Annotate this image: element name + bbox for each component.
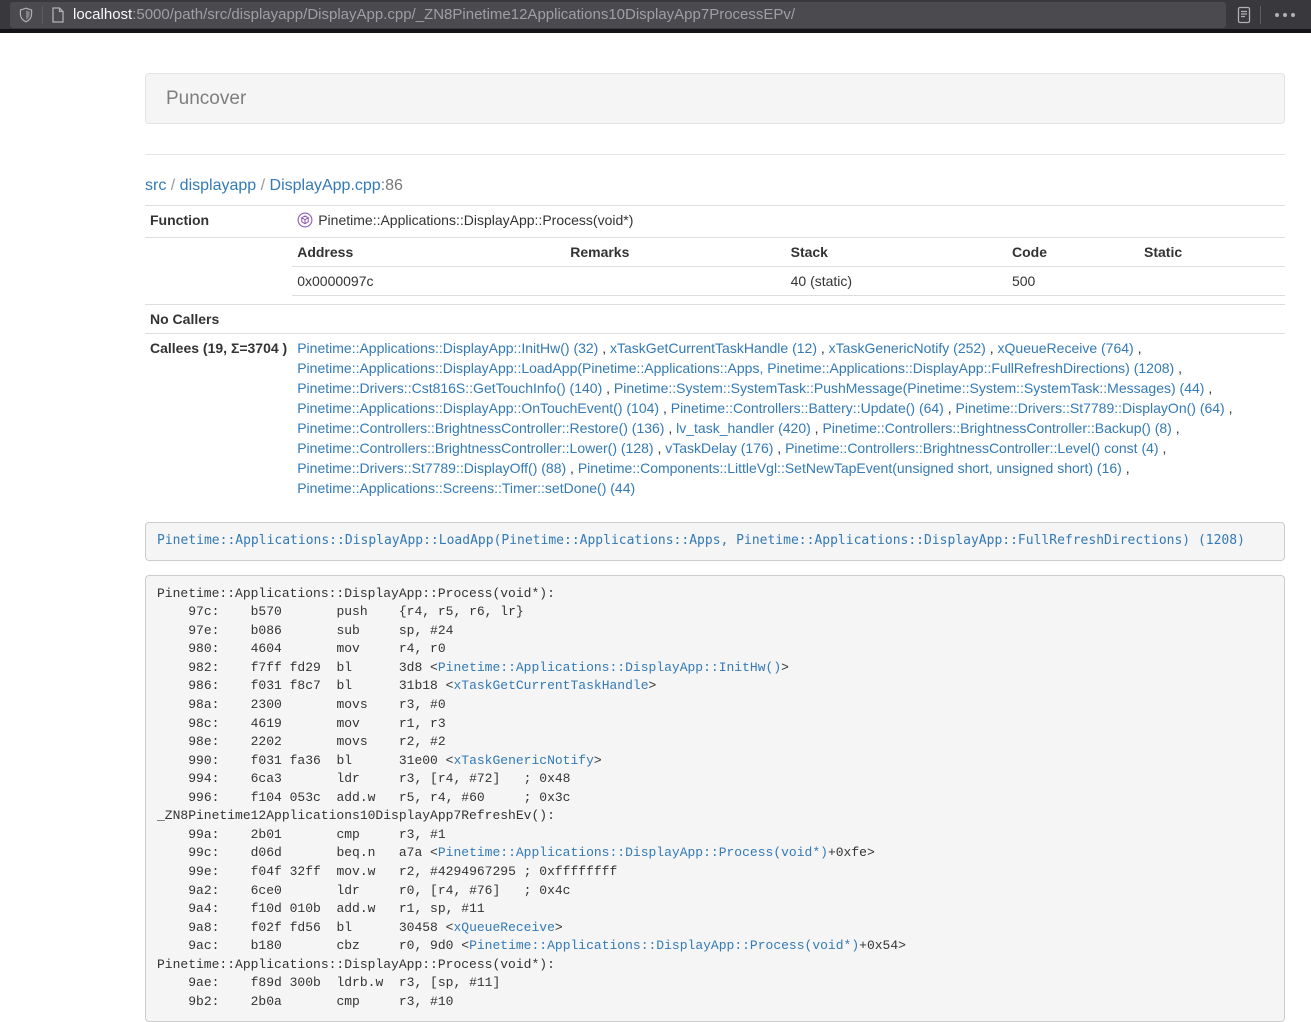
breadcrumb-link-displayapp[interactable]: displayapp (180, 177, 257, 194)
assembly-symbol-link[interactable]: Pinetime::Applications::DisplayApp::Init… (438, 660, 781, 675)
function-name-cell: Pinetime::Applications::DisplayApp::Proc… (292, 206, 1285, 238)
callee-snippet-link[interactable]: Pinetime::Applications::DisplayApp::Load… (157, 533, 1245, 548)
details-value-row: 0x0000097c 40 (static) 500 (292, 267, 1285, 296)
function-details-cell: Address Remarks Stack Code Static 0x0000… (292, 238, 1285, 305)
breadcrumb-link-DisplayApp.cpp[interactable]: DisplayApp.cpp (270, 177, 381, 194)
assembly-code: Pinetime::Applications::DisplayApp::Proc… (157, 586, 906, 1009)
url-host: localhost (73, 6, 132, 23)
function-details-row: Address Remarks Stack Code Static 0x0000… (145, 238, 1285, 305)
callee-separator: , (664, 420, 676, 436)
url-path: :5000/path/src/displayapp/DisplayApp.cpp… (132, 6, 795, 23)
assembly-symbol-link[interactable]: xTaskGetCurrentTaskHandle (453, 678, 648, 693)
callee-link[interactable]: xTaskGetCurrentTaskHandle (12) (610, 340, 817, 356)
callee-separator: , (944, 400, 956, 416)
header-divider (145, 154, 1285, 155)
callee-separator: , (1159, 440, 1167, 456)
overflow-menu-icon[interactable] (1269, 13, 1301, 17)
code-value: 500 (1007, 267, 1139, 296)
callee-link[interactable]: Pinetime::Controllers::BrightnessControl… (297, 440, 653, 456)
callee-link[interactable]: Pinetime::Applications::DisplayApp::Load… (297, 360, 1174, 376)
callee-link[interactable]: Pinetime::Components::LittleVgl::SetNewT… (578, 460, 1122, 476)
col-address: Address (292, 238, 565, 267)
callees-label: Callees (19, Σ=3704 ) (145, 334, 292, 503)
col-stack: Stack (786, 238, 1007, 267)
callee-separator: , (1225, 400, 1233, 416)
details-header-row: Address Remarks Stack Code Static (292, 238, 1285, 267)
callee-separator: , (598, 340, 610, 356)
callee-separator: , (566, 460, 578, 476)
address-value: 0x0000097c (292, 267, 565, 296)
function-name: Pinetime::Applications::DisplayApp::Proc… (318, 212, 633, 228)
callee-separator: , (811, 420, 823, 436)
stack-value: 40 (static) (786, 267, 1007, 296)
callee-link[interactable]: Pinetime::System::SystemTask::PushMessag… (614, 380, 1205, 396)
callee-link[interactable]: vTaskDelay (176) (665, 440, 773, 456)
callees-row: Callees (19, Σ=3704 ) Pinetime::Applicat… (145, 334, 1285, 503)
callee-link[interactable]: Pinetime::Controllers::BrightnessControl… (785, 440, 1158, 456)
assembly-symbol-link[interactable]: xQueueReceive (453, 920, 554, 935)
remarks-value (565, 267, 785, 296)
browser-chrome: localhost:5000/path/src/displayapp/Displ… (0, 0, 1311, 33)
callee-link[interactable]: Pinetime::Drivers::St7789::DisplayOff() … (297, 460, 566, 476)
callee-separator: , (602, 380, 614, 396)
breadcrumb: src / displayapp / DisplayApp.cpp:86 (145, 177, 1285, 195)
callees-list: Pinetime::Applications::DisplayApp::Init… (292, 334, 1285, 503)
assembly-listing: Pinetime::Applications::DisplayApp::Proc… (145, 575, 1285, 1022)
static-value (1139, 267, 1285, 296)
page-title: Puncover (166, 88, 1264, 109)
breadcrumb-separator: / (166, 177, 179, 194)
empty-row-head (145, 238, 292, 305)
function-row-label: Function (145, 206, 292, 238)
callee-separator: , (773, 440, 785, 456)
url-text: localhost:5000/path/src/displayapp/Displ… (73, 6, 795, 23)
function-details-table: Address Remarks Stack Code Static 0x0000… (292, 238, 1285, 296)
callee-link[interactable]: Pinetime::Applications::Screens::Timer::… (297, 480, 635, 496)
toolbar-divider (1260, 6, 1261, 24)
no-callers-label: No Callers (145, 305, 292, 334)
callee-separator: , (1134, 340, 1142, 356)
col-code: Code (1007, 238, 1139, 267)
selected-callee-snippet: Pinetime::Applications::DisplayApp::Load… (145, 522, 1285, 561)
no-callers-cell (292, 305, 1285, 334)
function-symbol-icon (297, 212, 313, 233)
callee-link[interactable]: Pinetime::Drivers::St7789::DisplayOn() (… (956, 400, 1225, 416)
page-icon[interactable] (51, 7, 65, 23)
urlbar-divider (42, 6, 43, 24)
callee-separator: , (817, 340, 829, 356)
callee-link[interactable]: Pinetime::Drivers::Cst816S::GetTouchInfo… (297, 380, 602, 396)
col-static: Static (1139, 238, 1285, 267)
page-header: Puncover (145, 73, 1285, 124)
col-remarks: Remarks (565, 238, 785, 267)
assembly-symbol-link[interactable]: xTaskGenericNotify (453, 753, 593, 768)
assembly-symbol-link[interactable]: Pinetime::Applications::DisplayApp::Proc… (438, 845, 828, 860)
callee-separator: , (1174, 360, 1182, 376)
callee-separator: , (654, 440, 666, 456)
assembly-symbol-link[interactable]: Pinetime::Applications::DisplayApp::Proc… (469, 938, 859, 953)
callee-separator: , (659, 400, 671, 416)
callee-separator: , (1204, 380, 1212, 396)
page-container: Puncover src / displayapp / DisplayApp.c… (145, 33, 1285, 1022)
url-bar[interactable]: localhost:5000/path/src/displayapp/Displ… (10, 2, 1226, 28)
callee-link[interactable]: lv_task_handler (420) (676, 420, 811, 436)
no-callers-row: No Callers (145, 305, 1285, 334)
callee-link[interactable]: Pinetime::Controllers::BrightnessControl… (297, 420, 664, 436)
callee-link[interactable]: Pinetime::Controllers::Battery::Update()… (671, 400, 944, 416)
function-table: Function Pinetime::Applications::Display… (145, 205, 1285, 502)
callee-link[interactable]: Pinetime::Controllers::BrightnessControl… (822, 420, 1171, 436)
function-row: Function Pinetime::Applications::Display… (145, 206, 1285, 238)
callee-separator: , (986, 340, 998, 356)
breadcrumb-separator: / (256, 177, 269, 194)
callee-link[interactable]: xTaskGenericNotify (252) (829, 340, 986, 356)
callee-separator: , (1122, 460, 1130, 476)
breadcrumb-line-number: :86 (381, 177, 403, 194)
reader-view-icon[interactable] (1236, 6, 1252, 24)
callee-link[interactable]: Pinetime::Applications::DisplayApp::Init… (297, 340, 598, 356)
callee-link[interactable]: xQueueReceive (764) (998, 340, 1134, 356)
breadcrumb-link-src[interactable]: src (145, 177, 166, 194)
callee-separator: , (1172, 420, 1180, 436)
callee-link[interactable]: Pinetime::Applications::DisplayApp::OnTo… (297, 400, 659, 416)
shield-icon[interactable] (18, 7, 34, 23)
